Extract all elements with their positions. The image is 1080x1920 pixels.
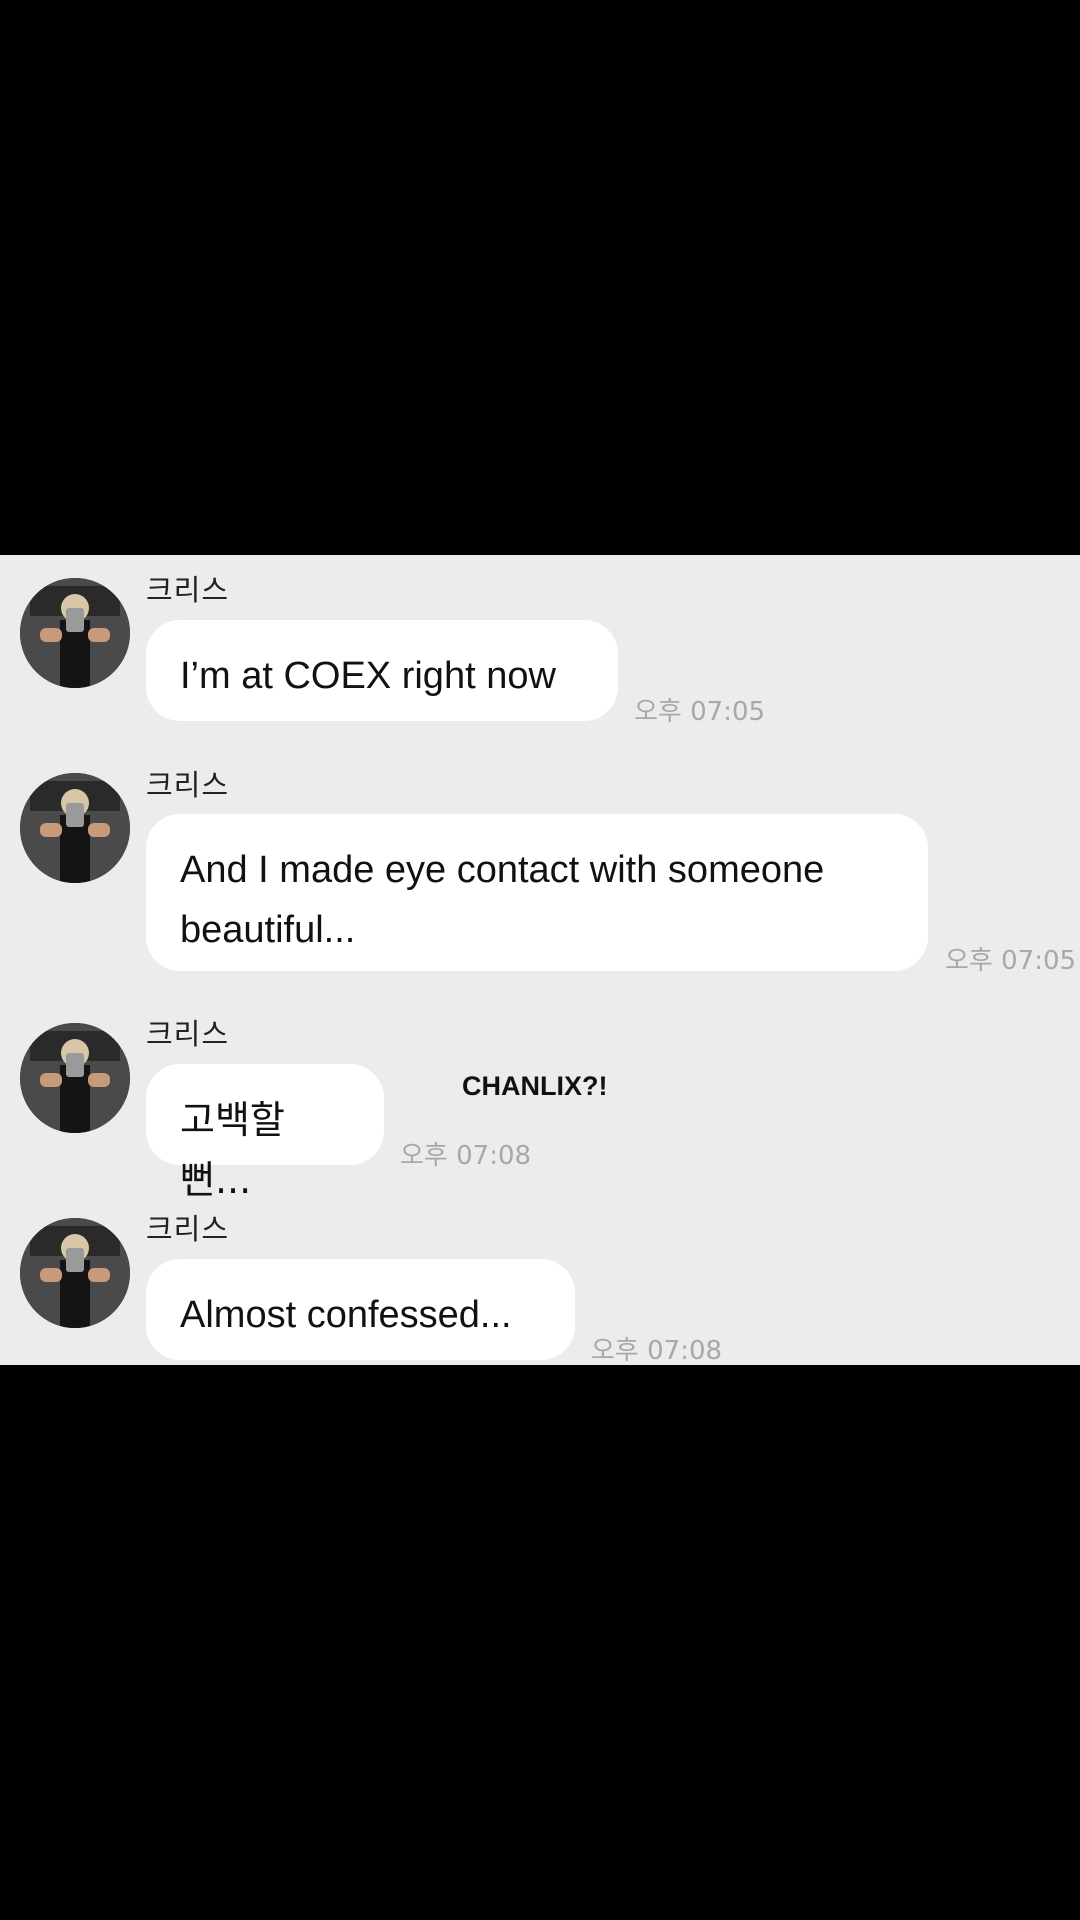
message-timestamp: 오후 07:08 xyxy=(400,1141,532,1171)
user-avatar[interactable] xyxy=(20,578,130,688)
sender-name: 크리스 xyxy=(146,768,230,802)
message-bubble[interactable]: 고백할뻔... xyxy=(146,1064,384,1202)
message-bubble[interactable]: Almost confessed... xyxy=(146,1259,575,1360)
screen: 크리스 I’m at COEX right now 오후 07:05 크리스 A… xyxy=(0,0,1080,1920)
user-avatar[interactable] xyxy=(20,773,130,883)
message-timestamp: 오후 07:05 xyxy=(945,946,1077,976)
sender-name: 크리스 xyxy=(146,573,230,607)
sender-name: 크리스 xyxy=(146,1017,230,1051)
message-bubble[interactable]: And I made eye contact with someone beau… xyxy=(146,814,928,971)
chat-panel: 크리스 I’m at COEX right now 오후 07:05 크리스 A… xyxy=(0,555,1080,1365)
overlay-caption: CHANLIX?! xyxy=(462,1071,608,1101)
user-avatar[interactable] xyxy=(20,1218,130,1328)
message-timestamp: 오후 07:08 xyxy=(591,1336,723,1365)
message-bubble[interactable]: I’m at COEX right now xyxy=(146,620,618,721)
message-timestamp: 오후 07:05 xyxy=(634,697,766,727)
sender-name: 크리스 xyxy=(146,1212,230,1246)
user-avatar[interactable] xyxy=(20,1023,130,1133)
